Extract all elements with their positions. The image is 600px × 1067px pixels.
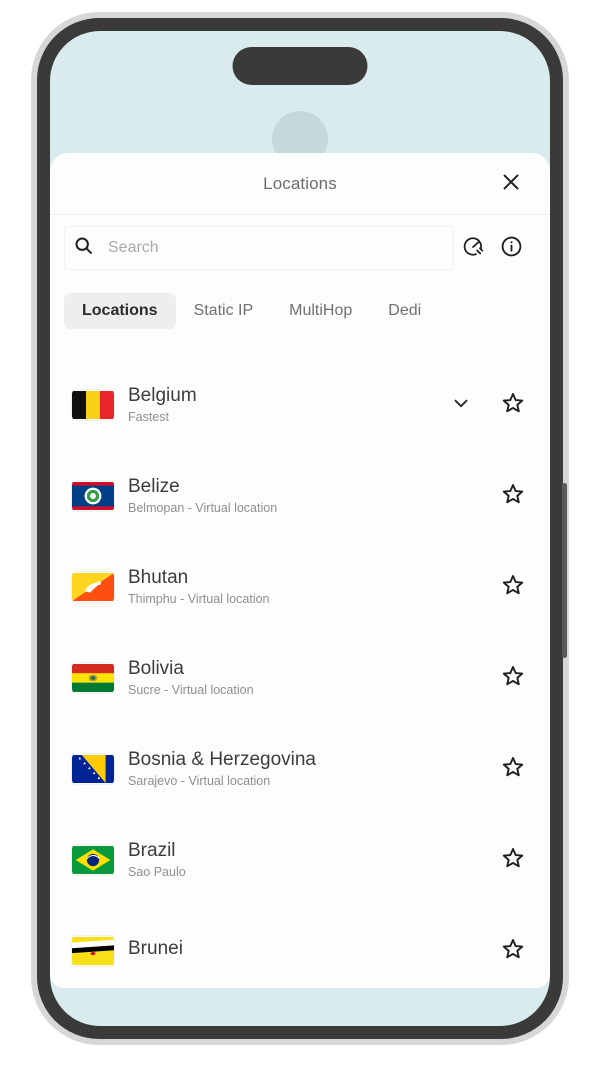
tabs-row[interactable]: Locations Static IP MultiHop Dedi — [50, 281, 550, 341]
close-button[interactable] — [494, 167, 528, 201]
location-name: Belgium — [128, 384, 197, 406]
table-row[interactable]: Brunei — [50, 905, 550, 988]
flag-bosnia-icon — [72, 754, 114, 784]
locations-list[interactable]: Belgium Fastest Belize Belmopan - Virtua… — [50, 341, 550, 988]
row-actions — [446, 481, 528, 511]
search-row — [50, 215, 550, 281]
page-title: Locations — [263, 173, 337, 193]
location-name: Belize — [128, 475, 180, 497]
flag-bolivia-icon — [72, 663, 114, 693]
location-subtitle: Sao Paulo — [128, 864, 186, 879]
row-text: Bosnia & Herzegovina Sarajevo - Virtual … — [128, 749, 446, 788]
search-icon — [73, 235, 94, 261]
table-row[interactable]: Brazil Sao Paulo — [50, 814, 550, 905]
flag-brazil-icon — [72, 845, 114, 875]
table-row[interactable]: Bolivia Sucre - Virtual location — [50, 632, 550, 723]
search-input[interactable] — [94, 239, 453, 257]
row-text: Belize Belmopan - Virtual location — [128, 476, 446, 515]
row-text: Belgium Fastest — [128, 385, 446, 424]
phone-screen: Locations Search Locations Static IP Mul… — [50, 31, 550, 1026]
favorite-button[interactable] — [498, 390, 528, 420]
row-text: Bhutan Thimphu - Virtual location — [128, 567, 446, 606]
location-subtitle: Sarajevo - Virtual location — [128, 773, 271, 788]
favorite-button[interactable] — [498, 663, 528, 693]
tab-multihop[interactable]: MultiHop — [271, 293, 370, 329]
dynamic-island — [232, 47, 368, 85]
row-actions — [446, 572, 528, 602]
table-row[interactable]: Belize Belmopan - Virtual location — [50, 450, 550, 541]
chevron-down-icon — [450, 392, 472, 417]
row-actions — [446, 754, 528, 784]
row-text: Brazil Sao Paulo — [128, 840, 446, 879]
row-actions — [446, 845, 528, 875]
row-text: Bolivia Sucre - Virtual location — [128, 658, 446, 697]
location-subtitle: Thimphu - Virtual location — [128, 591, 270, 606]
row-text: Brunei — [128, 938, 446, 963]
info-icon — [500, 235, 523, 261]
star-outline-icon — [501, 391, 525, 418]
flag-bhutan-icon — [72, 572, 114, 602]
location-name: Brazil — [128, 839, 176, 861]
phone-side-button[interactable] — [562, 483, 567, 658]
favorite-button[interactable] — [498, 572, 528, 602]
row-actions — [446, 663, 528, 693]
location-name: Bosnia & Herzegovina — [128, 748, 316, 770]
star-outline-icon — [501, 755, 525, 782]
tab-locations[interactable]: Locations — [64, 293, 176, 329]
tab-dedicated-ip[interactable]: Dedi — [370, 293, 439, 329]
location-subtitle: Sucre - Virtual location — [128, 682, 254, 697]
favorite-button[interactable] — [498, 845, 528, 875]
flag-brunei-icon — [72, 936, 114, 966]
expand-button[interactable] — [446, 390, 476, 420]
sheet-header: Locations — [50, 153, 550, 215]
tab-static-ip[interactable]: Static IP — [176, 293, 272, 329]
location-name: Brunei — [128, 938, 183, 960]
star-outline-icon — [501, 937, 525, 964]
close-icon — [500, 171, 522, 196]
speed-test-button[interactable] — [454, 229, 492, 267]
row-actions — [446, 936, 528, 966]
speed-test-icon — [462, 236, 484, 261]
info-button[interactable] — [492, 229, 530, 267]
star-outline-icon — [501, 573, 525, 600]
location-subtitle: Fastest — [128, 409, 169, 424]
favorite-button[interactable] — [498, 754, 528, 784]
favorite-button[interactable] — [498, 481, 528, 511]
row-actions — [446, 390, 528, 420]
locations-sheet: Locations Search Locations Static IP Mul… — [50, 153, 550, 988]
location-subtitle: Belmopan - Virtual location — [128, 500, 278, 515]
star-outline-icon — [501, 846, 525, 873]
table-row[interactable]: Belgium Fastest — [50, 359, 550, 450]
star-outline-icon — [501, 482, 525, 509]
flag-belgium-icon — [72, 390, 114, 420]
table-row[interactable]: Bhutan Thimphu - Virtual location — [50, 541, 550, 632]
phone-frame: Locations Search Locations Static IP Mul… — [37, 18, 567, 1039]
favorite-button[interactable] — [498, 936, 528, 966]
location-name: Bolivia — [128, 657, 184, 679]
search-field[interactable] — [64, 226, 454, 270]
star-outline-icon — [501, 664, 525, 691]
table-row[interactable]: Bosnia & Herzegovina Sarajevo - Virtual … — [50, 723, 550, 814]
location-name: Bhutan — [128, 566, 189, 588]
flag-belize-icon — [72, 481, 114, 511]
